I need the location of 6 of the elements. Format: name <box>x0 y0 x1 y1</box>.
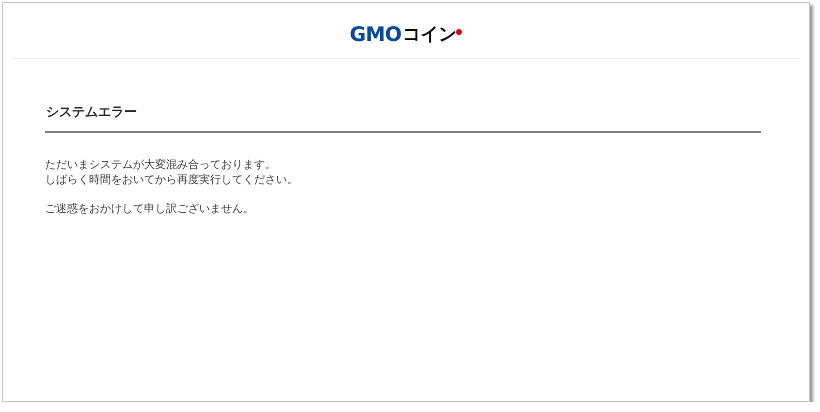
error-message: ただいまシステムが大変混み合っております。 しばらく時間をおいてから再度実行してください。 <box>45 157 299 187</box>
logo-mark: GMO <box>350 22 402 46</box>
error-message: ご迷惑をおかけして申し訳ございません。 <box>45 201 255 216</box>
logo-name: コイン <box>402 22 456 46</box>
dot-icon <box>456 28 462 34</box>
error-title: システムエラー <box>45 103 761 133</box>
